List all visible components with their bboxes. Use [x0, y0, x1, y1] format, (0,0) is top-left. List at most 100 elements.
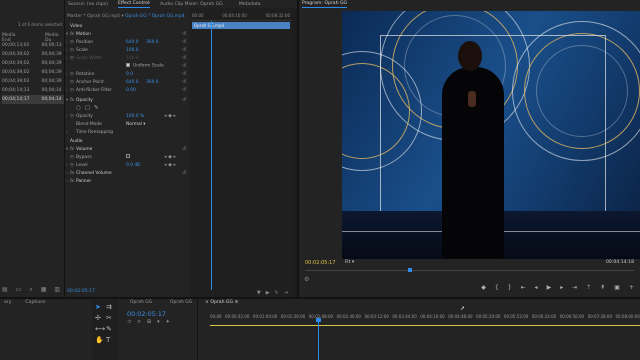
out-icon[interactable]: }	[508, 284, 512, 291]
search-icon[interactable]: ⌕	[29, 286, 32, 294]
position-x-value[interactable]: 640.0	[126, 40, 139, 45]
list-item[interactable]: 00;00;13;01 00;00;13	[2, 41, 64, 50]
hand-tool-icon[interactable]: ✋	[95, 336, 104, 344]
work-area-bar[interactable]	[210, 325, 640, 326]
tab-audio-clip-mixer[interactable]: Audio Clip Mixer: Oprah GG	[160, 2, 223, 7]
level-value[interactable]: 0.0 dB	[126, 163, 140, 168]
play-icon[interactable]: ▶	[547, 284, 552, 291]
clip-bar[interactable]: Oprah GG.mp4	[192, 22, 290, 29]
reset-icon[interactable]: ↺	[182, 97, 186, 103]
tab-metadata[interactable]: Metadata	[239, 2, 261, 7]
step-forward-icon[interactable]: ▸	[560, 284, 563, 291]
goto-in-icon[interactable]: ⇤	[521, 284, 526, 291]
trash-icon[interactable]: ▥	[54, 286, 60, 294]
timeline-tab[interactable]: × Oprah GG ≡	[205, 300, 238, 305]
add-marker-icon[interactable]: ▾	[157, 319, 160, 325]
in-icon[interactable]: {	[495, 284, 499, 291]
wrench-icon[interactable]: ✦	[166, 319, 170, 325]
step-back-icon[interactable]: ◂	[535, 284, 538, 291]
zoom-select[interactable]: Fit ▾	[345, 260, 354, 265]
slip-tool-icon[interactable]: ⟷	[95, 325, 105, 333]
tab-history[interactable]: ory	[4, 300, 11, 305]
bypass-checkbox[interactable]	[126, 154, 130, 159]
settings-icon[interactable]: ⚙	[304, 276, 309, 283]
channel-volume-effect[interactable]: › fx Channel Volume ↺	[64, 169, 190, 177]
sequence-timecode[interactable]: 00:02:05:17	[127, 310, 166, 318]
panel-divider[interactable]	[0, 297, 640, 299]
reset-icon[interactable]: ↺	[182, 146, 186, 152]
button-editor-icon[interactable]: +	[629, 284, 634, 291]
pen-mask-icon[interactable]: ✎	[94, 105, 99, 111]
list-item[interactable]: 00;04;39;02 00;04;39	[2, 59, 64, 68]
time-remap-row[interactable]: › Time Remapping	[64, 128, 190, 136]
effects-timecode[interactable]: 00:02:05:17	[67, 289, 95, 294]
clip-selector[interactable]: Master * Oprah GG.mp4 ▾ Oprah GG * Oprah…	[67, 14, 185, 19]
panel-divider[interactable]	[297, 0, 299, 298]
playhead[interactable]	[211, 21, 212, 290]
list-icon[interactable]: ▤	[2, 286, 8, 294]
lift-icon[interactable]: ⇡	[586, 284, 591, 291]
folder-icon[interactable]: ▭	[16, 286, 22, 294]
antiflicker-value[interactable]: 0.00	[126, 88, 136, 93]
rotation-value[interactable]: 0.0	[126, 72, 133, 77]
reset-icon[interactable]: ↺	[182, 47, 186, 53]
timeline-ruler[interactable]: 00:00 00:00:32:00 00:01:04:00 00:01:36:0…	[210, 314, 640, 322]
reset-icon[interactable]: ↺	[182, 71, 186, 77]
motion-effect[interactable]: ▾ fx Motion ↺	[64, 30, 190, 38]
list-item[interactable]: 00;04;39;02 00;04;39	[2, 50, 64, 59]
nest-icon[interactable]: ⊃	[127, 319, 131, 325]
reset-icon[interactable]: ↺	[182, 39, 186, 45]
reset-icon[interactable]: ↺	[182, 31, 186, 37]
marker-icon[interactable]: ◆	[481, 284, 486, 291]
loop-icon[interactable]: ↻	[275, 290, 279, 296]
export-frame-icon[interactable]: ▣	[614, 284, 620, 291]
tab-captions[interactable]: Captions	[25, 300, 45, 305]
ripple-edit-icon[interactable]: ✢	[95, 314, 101, 322]
panel-divider[interactable]	[64, 0, 65, 298]
filter-icon[interactable]: ▼	[257, 290, 261, 296]
mini-ruler[interactable]: 00:00 00:04:16:00 00:08:32:00	[190, 13, 292, 21]
timeline-playhead[interactable]	[318, 320, 319, 360]
selection-tool-icon[interactable]: ➤	[95, 303, 101, 311]
tab-source[interactable]: Source: (no clips)	[68, 2, 108, 7]
opacity-value[interactable]: 100.0 %	[126, 114, 144, 119]
video-frame[interactable]	[342, 11, 640, 259]
pen-tool-icon[interactable]: ✎	[106, 325, 112, 333]
linked-selection-icon[interactable]: ⊞	[147, 319, 151, 325]
play-audio-icon[interactable]: ▶	[266, 290, 270, 296]
keyframe-nav-icon[interactable]: ◂ ◆ ▸	[164, 154, 176, 160]
opacity-effect[interactable]: ▾ fx Opacity ↺	[64, 96, 190, 104]
reset-icon[interactable]: ↺	[182, 79, 186, 85]
keyframe-nav-icon[interactable]: ◂ ◆ ▸	[164, 113, 176, 119]
list-item[interactable]: 00;04;39;02 00;04;39	[2, 68, 64, 77]
panel-divider[interactable]	[197, 298, 198, 360]
close-icon[interactable]: ×	[205, 300, 209, 305]
goto-out-icon[interactable]: ⇥	[572, 284, 577, 291]
list-item[interactable]: 00;04;14;13 00;04;14	[2, 86, 64, 95]
program-scrubber[interactable]	[305, 270, 634, 271]
anchor-y-value[interactable]: 360.0	[146, 80, 159, 85]
export-icon[interactable]: ⇥	[284, 290, 288, 296]
rectangle-mask-icon[interactable]: □	[85, 105, 90, 111]
ellipse-mask-icon[interactable]: ○	[76, 105, 81, 111]
panner-effect[interactable]: › fx Panner	[64, 177, 190, 185]
blend-mode-select[interactable]: Normal ▾	[126, 122, 146, 127]
reset-icon[interactable]: ↺	[182, 170, 186, 176]
type-tool-icon[interactable]: T	[106, 336, 110, 344]
list-item-selected[interactable]: 00;04;14;17 00;04;14	[2, 95, 64, 104]
volume-effect[interactable]: ▾ fx Volume ↺	[64, 145, 190, 153]
tab-effect-controls[interactable]: Effect Controls	[117, 1, 152, 8]
reset-icon[interactable]: ↺	[182, 63, 186, 69]
program-playhead[interactable]	[408, 268, 412, 272]
tab-program[interactable]: Program: Oprah GG	[302, 1, 348, 8]
scale-value[interactable]: 100.0	[126, 48, 139, 53]
tab-sequence-b[interactable]: Oprah GG	[170, 300, 192, 305]
extract-icon[interactable]: ⇞	[600, 284, 605, 291]
anchor-x-value[interactable]: 640.0	[126, 80, 139, 85]
track-select-icon[interactable]: ⇉	[106, 303, 112, 311]
snap-icon[interactable]: ∩	[137, 319, 141, 325]
reset-icon[interactable]: ↺	[182, 87, 186, 93]
tab-sequence-a[interactable]: Oprah GG	[130, 300, 152, 305]
razor-icon[interactable]: ✂	[106, 314, 112, 322]
program-timecode[interactable]: 00:02:05:17	[305, 260, 336, 266]
